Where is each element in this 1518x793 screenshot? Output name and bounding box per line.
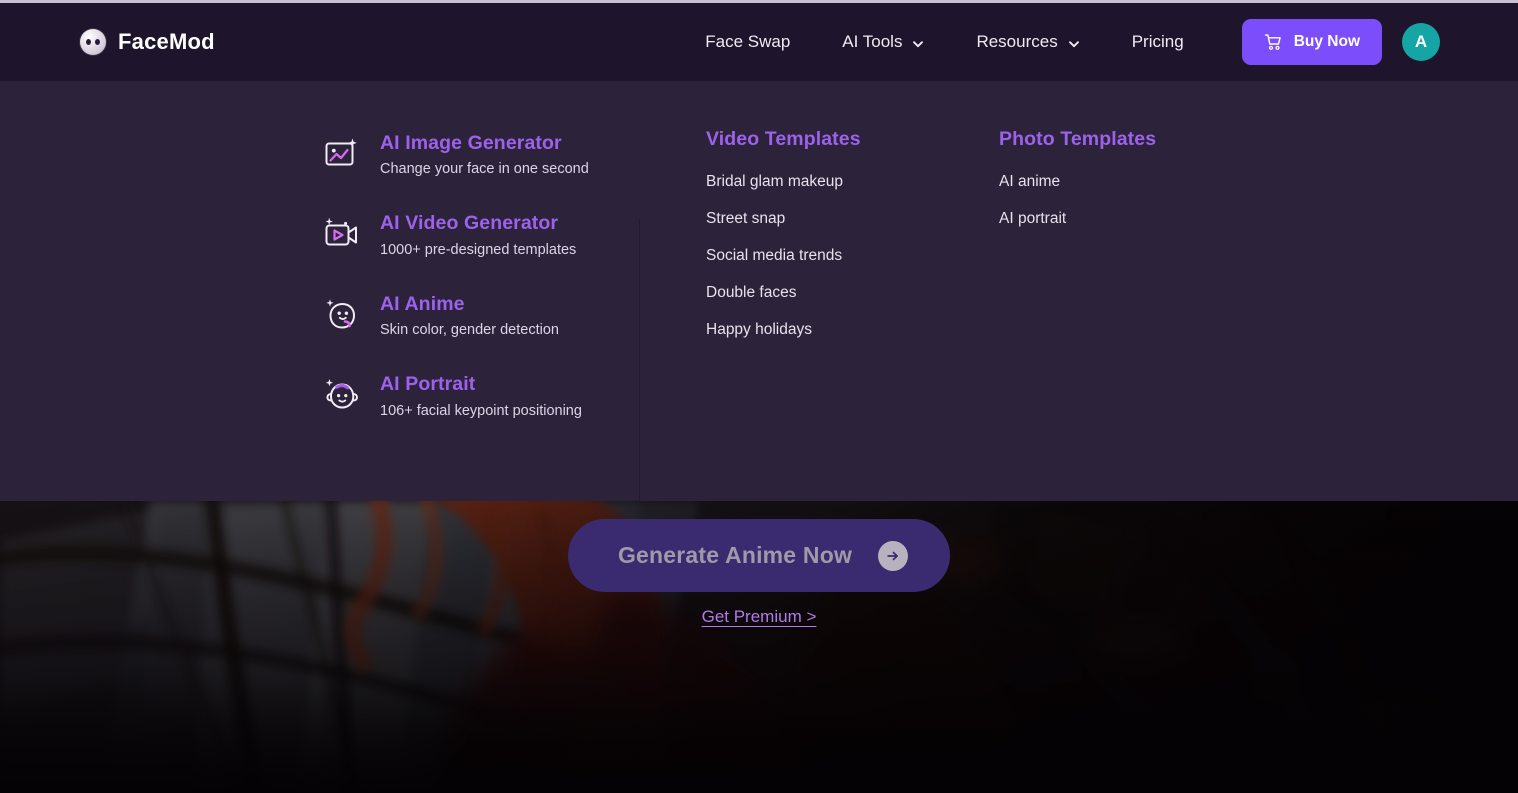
video-template-link[interactable]: Happy holidays bbox=[706, 321, 861, 339]
avatar-initial: A bbox=[1414, 32, 1428, 51]
hero-section: Generate Anime Now Get Premium > bbox=[0, 501, 1518, 793]
anime-face-icon bbox=[322, 296, 362, 336]
nav-item-ai-tools[interactable]: AI Tools bbox=[816, 32, 950, 52]
cta-label: Generate Anime Now bbox=[617, 542, 853, 568]
nav-label: Resources bbox=[976, 32, 1058, 51]
nav-item-face-swap[interactable]: Face Swap bbox=[679, 32, 816, 52]
photo-templates-heading: Photo Templates bbox=[999, 128, 1157, 150]
main-navigation: Face Swap AI Tools Resources Pricing Buy… bbox=[679, 19, 1518, 65]
photo-template-link[interactable]: AI anime bbox=[999, 173, 1156, 191]
dropdown-item-subtitle: 1000+ pre-designed templates bbox=[380, 241, 577, 258]
dropdown-item-title: AI Anime bbox=[380, 292, 465, 315]
nav-item-resources[interactable]: Resources bbox=[950, 32, 1105, 52]
video-templates-heading: Video Templates bbox=[706, 128, 861, 150]
video-template-link[interactable]: Bridal glam makeup bbox=[706, 173, 861, 191]
dropdown-item-ai-anime[interactable]: AI Anime Skin color, gender detection bbox=[322, 291, 622, 338]
nav-label: AI Tools bbox=[842, 32, 903, 51]
user-avatar[interactable]: A bbox=[1402, 23, 1440, 61]
dropdown-video-templates-column: Video Templates Bridal glam makeup Stree… bbox=[706, 128, 861, 339]
image-sparkle-icon bbox=[322, 135, 362, 175]
nav-label: Pricing bbox=[1131, 32, 1184, 51]
dropdown-item-subtitle: 106+ facial keypoint positioning bbox=[380, 402, 582, 419]
dropdown-item-title: AI Image Generator bbox=[380, 132, 562, 154]
ai-tools-dropdown-panel: AI Image Generator Change your face in o… bbox=[0, 81, 1518, 525]
get-premium-link[interactable]: Get Premium > bbox=[702, 607, 817, 627]
nav-item-pricing[interactable]: Pricing bbox=[1106, 32, 1210, 52]
generate-anime-now-button[interactable]: Generate Anime Now bbox=[567, 519, 951, 592]
face-circle-icon bbox=[80, 29, 106, 55]
site-header: FaceMod Face Swap AI Tools Resources Pri… bbox=[0, 3, 1518, 81]
video-camera-sparkle-icon bbox=[322, 215, 362, 255]
video-template-link[interactable]: Social media trends bbox=[706, 247, 861, 265]
chevron-down-icon bbox=[1067, 37, 1080, 50]
buy-now-button[interactable]: Buy Now bbox=[1241, 19, 1382, 65]
column-divider bbox=[639, 219, 640, 525]
buy-now-label: Buy Now bbox=[1293, 33, 1360, 50]
dropdown-photo-templates-column: Photo Templates AI anime AI portrait bbox=[999, 128, 1156, 228]
dropdown-item-ai-video-generator[interactable]: AI Video Generator 1000+ pre-designed te… bbox=[322, 210, 622, 258]
dropdown-item-ai-image-generator[interactable]: AI Image Generator Change your face in o… bbox=[322, 130, 622, 177]
shopping-cart-icon bbox=[1264, 33, 1283, 52]
photo-template-link[interactable]: AI portrait bbox=[999, 210, 1156, 228]
portrait-face-icon bbox=[322, 376, 362, 416]
dropdown-item-title: AI Video Generator bbox=[380, 212, 559, 235]
dropdown-item-subtitle: Change your face in one second bbox=[380, 161, 589, 178]
brand-name: FaceMod bbox=[118, 29, 215, 54]
brand-logo[interactable]: FaceMod bbox=[80, 29, 215, 55]
dropdown-tools-column: AI Image Generator Change your face in o… bbox=[322, 130, 622, 419]
video-template-link[interactable]: Double faces bbox=[706, 284, 861, 302]
page-root: FaceMod Face Swap AI Tools Resources Pri… bbox=[0, 0, 1518, 793]
video-template-link[interactable]: Street snap bbox=[706, 210, 861, 228]
chevron-down-icon bbox=[911, 37, 924, 50]
nav-label: Face Swap bbox=[705, 32, 791, 51]
dropdown-item-ai-portrait[interactable]: AI Portrait 106+ facial keypoint positio… bbox=[322, 371, 622, 419]
dropdown-item-subtitle: Skin color, gender detection bbox=[380, 322, 559, 339]
arrow-right-icon bbox=[878, 540, 909, 571]
hero-content: Generate Anime Now Get Premium > bbox=[0, 519, 1518, 627]
dropdown-item-title: AI Portrait bbox=[380, 373, 476, 396]
